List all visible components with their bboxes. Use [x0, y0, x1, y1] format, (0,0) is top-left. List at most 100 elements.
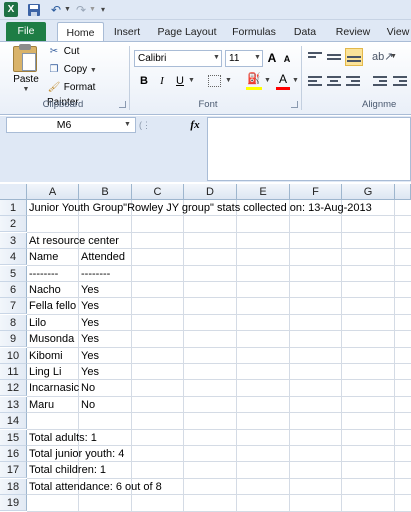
tab-review[interactable]: Review — [332, 22, 374, 42]
cell-b5[interactable]: -------- — [79, 266, 411, 282]
cell-a15[interactable]: Total adults: 1 — [27, 430, 411, 446]
cell-b4[interactable]: Attended — [79, 249, 411, 265]
shrink-font-button[interactable]: A — [280, 52, 294, 67]
decrease-indent-icon[interactable] — [372, 74, 388, 88]
cell-a18[interactable]: Total attendance: 6 out of 8 — [27, 479, 411, 495]
column-header-d[interactable]: D — [184, 184, 237, 200]
save-icon[interactable] — [27, 3, 41, 17]
tab-home[interactable]: Home — [57, 22, 104, 42]
cell-a10[interactable]: Kibomi — [27, 348, 79, 364]
tab-formulas[interactable]: Formulas — [228, 22, 280, 42]
row-header-16[interactable]: 16 — [0, 446, 27, 462]
name-box[interactable]: M6 — [6, 117, 136, 133]
row-header-13[interactable]: 13 — [0, 396, 27, 413]
column-header-g[interactable]: G — [342, 184, 395, 200]
cell-a5[interactable]: -------- — [27, 266, 79, 282]
font-name-select[interactable]: Calibri — [134, 50, 222, 67]
fill-color-dropdown-icon[interactable]: ▼ — [264, 72, 271, 90]
cell-a8[interactable]: Lilo — [27, 315, 79, 331]
redo-icon[interactable]: ↷ — [74, 3, 88, 17]
tab-data[interactable]: Data — [290, 22, 320, 42]
row-header-17[interactable]: 17 — [0, 462, 27, 479]
underline-dropdown-icon[interactable]: ▼ — [188, 72, 195, 90]
cell-a16[interactable]: Total junior youth: 4 — [27, 446, 411, 462]
formula-input[interactable] — [207, 117, 411, 181]
column-header-a[interactable]: A — [27, 184, 79, 200]
row-header-6[interactable]: 6 — [0, 282, 27, 298]
row-header-12[interactable]: 12 — [0, 380, 27, 397]
row-header-1[interactable]: 1 — [0, 200, 27, 216]
row-header-18[interactable]: 18 — [0, 478, 27, 495]
clipboard-launcher-icon[interactable] — [119, 101, 126, 108]
cell-b11[interactable]: Yes — [79, 364, 411, 380]
align-center-icon[interactable] — [326, 74, 342, 88]
tab-insert[interactable]: Insert — [108, 22, 146, 42]
paste-button[interactable]: Paste — [13, 74, 39, 85]
align-bottom-icon[interactable] — [345, 48, 363, 66]
cell-b9[interactable]: Yes — [79, 331, 411, 347]
row-header-9[interactable]: 9 — [0, 331, 27, 348]
row-header-10[interactable]: 10 — [0, 347, 27, 364]
font-size-dropdown-icon[interactable]: ▼ — [254, 52, 262, 64]
orientation-dropdown-icon[interactable]: ▼ — [390, 50, 397, 64]
align-middle-icon[interactable] — [326, 50, 342, 64]
undo-dropdown-icon[interactable]: ▼ — [64, 3, 71, 17]
column-header-b[interactable]: B — [79, 184, 132, 200]
cell-a9[interactable]: Musonda — [27, 331, 79, 347]
column-header-c[interactable]: C — [132, 184, 184, 200]
bold-button[interactable]: B — [138, 72, 150, 90]
align-top-icon[interactable] — [307, 50, 323, 64]
cell-b7[interactable]: Yes — [79, 298, 411, 314]
name-box-dropdown-icon[interactable]: ▼ — [124, 117, 134, 133]
font-color-dropdown-icon[interactable]: ▼ — [292, 72, 299, 90]
undo-icon[interactable]: ↶ — [49, 3, 63, 17]
paste-dropdown-icon[interactable]: ▼ — [22, 86, 30, 93]
row-header-2[interactable]: 2 — [0, 216, 27, 233]
orientation-icon[interactable]: ab↗ — [372, 50, 393, 64]
font-name-dropdown-icon[interactable]: ▼ — [213, 52, 221, 64]
cell-b10[interactable]: Yes — [79, 348, 411, 364]
row-header-7[interactable]: 7 — [0, 298, 27, 315]
borders-dropdown-icon[interactable]: ▼ — [225, 72, 232, 90]
borders-icon[interactable] — [208, 75, 221, 87]
cell-b8[interactable]: Yes — [79, 315, 411, 331]
insert-function-button[interactable]: fx — [185, 117, 205, 133]
cell-a3[interactable]: At resource center — [27, 233, 411, 249]
customize-qat-icon[interactable]: ▾ — [101, 3, 109, 17]
column-header-partial[interactable] — [395, 184, 411, 200]
tab-file[interactable]: File — [6, 22, 46, 41]
row-header-4[interactable]: 4 — [0, 249, 27, 266]
font-color-button[interactable]: A — [276, 72, 290, 90]
tab-page-layout[interactable]: Page Layout — [153, 22, 221, 42]
cut-button[interactable]: ✂ Cut — [47, 44, 87, 59]
increase-indent-icon[interactable] — [392, 74, 408, 88]
row-header-11[interactable]: 11 — [0, 364, 27, 380]
row-header-19[interactable]: 19 — [0, 495, 27, 512]
cell-b6[interactable]: Yes — [79, 282, 411, 298]
cell-b13[interactable]: No — [79, 397, 411, 413]
cell-a11[interactable]: Ling Li — [27, 364, 79, 380]
font-launcher-icon[interactable] — [291, 101, 298, 108]
row-header-8[interactable]: 8 — [0, 314, 27, 331]
italic-button[interactable]: I — [156, 72, 168, 90]
select-all-button[interactable] — [0, 184, 27, 200]
redo-dropdown-icon[interactable]: ▼ — [89, 3, 96, 17]
row-header-3[interactable]: 3 — [0, 232, 27, 249]
cell-a7[interactable]: Fella fello — [27, 298, 79, 314]
tab-view[interactable]: View — [381, 22, 411, 42]
cell-b12[interactable]: No — [79, 380, 411, 396]
grow-font-button[interactable]: A — [265, 50, 279, 67]
fill-color-icon[interactable]: ⛽ — [246, 72, 262, 90]
align-right-icon[interactable] — [345, 74, 361, 88]
underline-button[interactable]: U — [174, 72, 186, 90]
formula-bar-resize-handle[interactable]: (⋮ — [139, 117, 151, 133]
row-header-5[interactable]: 5 — [0, 265, 27, 282]
copy-dropdown-icon[interactable]: ▼ — [90, 67, 97, 74]
cell-a12[interactable]: Incarnasic — [27, 380, 79, 396]
column-header-e[interactable]: E — [237, 184, 290, 200]
cell-a4[interactable]: Name — [27, 249, 79, 265]
format-painter-button[interactable]: 🖌 Format Painter — [47, 80, 127, 108]
row-header-14[interactable]: 14 — [0, 413, 27, 430]
row-header-15[interactable]: 15 — [0, 429, 27, 446]
cell-a13[interactable]: Maru — [27, 397, 79, 413]
